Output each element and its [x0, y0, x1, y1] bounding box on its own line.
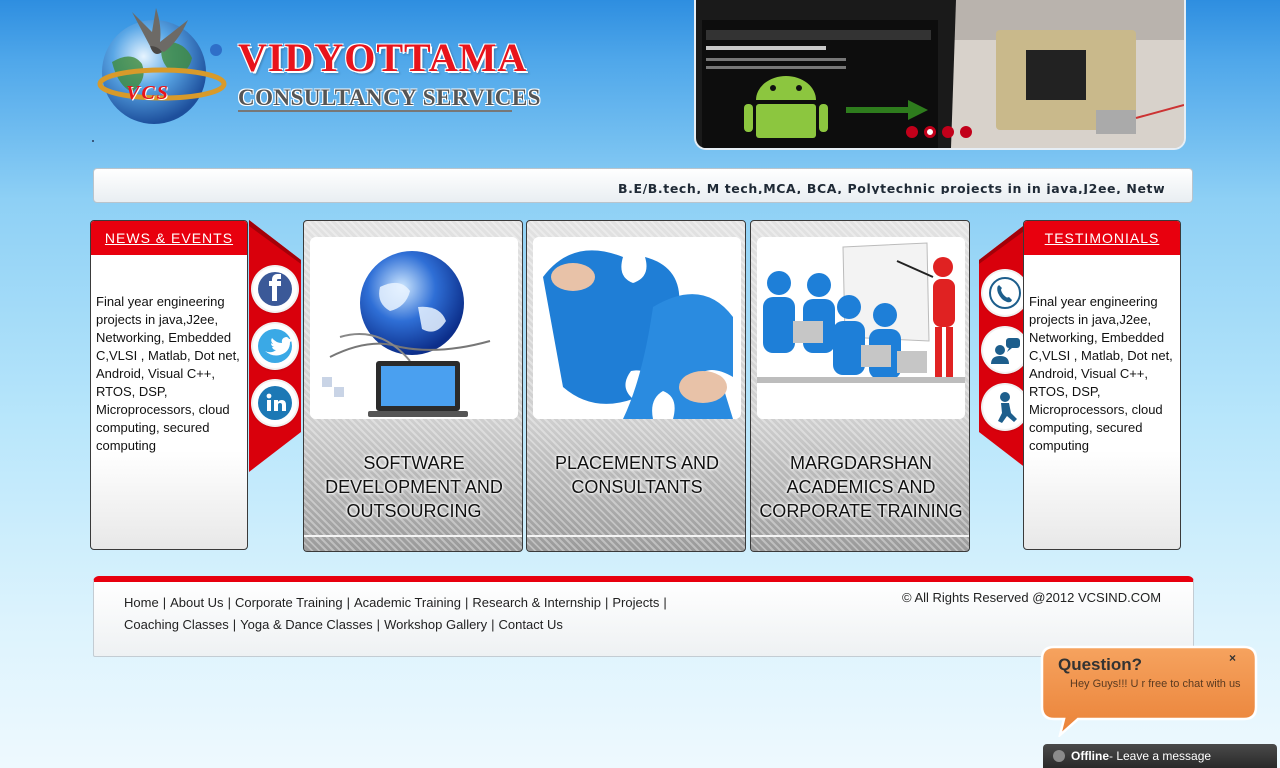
caption-line: CONSULTANTS	[571, 477, 703, 497]
news-events-body: Final year engineering projects in java,…	[96, 294, 240, 453]
card-image-globe-laptop	[310, 237, 518, 419]
card-divider	[304, 535, 522, 537]
footer-nav-row-2: Coaching Classes | Yoga & Dance Classes | Wo…	[124, 614, 563, 636]
slider-dot-3[interactable]	[942, 126, 954, 138]
testimonials-title[interactable]: TESTIMONIALS	[1045, 230, 1160, 246]
caption-line: PLACEMENTS AND	[554, 453, 720, 473]
chat-status-bar[interactable]: Offline - Leave a message	[1043, 744, 1277, 768]
nav-about-us[interactable]: About Us	[170, 595, 223, 610]
card-caption: MARGDARSHAN ACADEMICS AND CORPORATE TRAI…	[751, 451, 969, 523]
header-divider-dot	[92, 140, 94, 142]
card-caption: SOFTWARE DEVELOPMENT AND OUTSOURCING	[304, 451, 522, 523]
copyright-text: © All Rights Reserved @2012 VCSIND.COM	[902, 590, 1162, 605]
nav-separator: |	[663, 595, 667, 610]
testimonials-body: Final year engineering projects in java,…	[1029, 294, 1173, 453]
nav-separator: |	[491, 617, 495, 632]
footer-nav-row-1: Home | About Us | Corporate Training | Academi…	[124, 592, 671, 614]
nav-projects[interactable]: Projects	[612, 595, 659, 610]
testimonials-header: TESTIMONIALS	[1024, 221, 1180, 255]
news-events-title[interactable]: NEWS & EVENTS	[105, 230, 233, 246]
caption-line: OUTSOURCING	[346, 501, 482, 521]
logo-text: VCS	[126, 82, 170, 104]
caption-line: SOFTWARE	[363, 453, 465, 473]
marquee-viewport: B.E/B.tech, M tech,MCA, BCA, Polytechnic…	[618, 178, 1164, 194]
logo-globe[interactable]: VCS	[92, 2, 228, 126]
caption-line: MARGDARSHAN	[789, 453, 932, 473]
nav-workshop-gallery[interactable]: Workshop Gallery	[384, 617, 487, 632]
nav-yoga-dance-classes[interactable]: Yoga & Dance Classes	[240, 617, 373, 632]
news-events-panel: NEWS & EVENTS Final year engineering pro…	[90, 220, 248, 550]
brand-title: VIDYOTTAMA	[238, 35, 528, 80]
card-placements-consultants[interactable]: PLACEMENTS AND CONSULTANTS	[526, 220, 746, 552]
nav-separator: |	[232, 617, 237, 632]
nav-research-internship[interactable]: Research & Internship	[472, 595, 601, 610]
caption-line: CORPORATE TRAINING	[759, 501, 963, 521]
caption-line: ACADEMICS AND	[786, 477, 936, 497]
nav-academic-training[interactable]: Academic Training	[354, 595, 461, 610]
card-image-classroom	[757, 237, 965, 419]
brand-underline	[238, 110, 512, 112]
slider-dot-4[interactable]	[960, 126, 972, 138]
card-margdarshan-academics[interactable]: MARGDARSHAN ACADEMICS AND CORPORATE TRAI…	[750, 220, 970, 552]
slider-pagination	[906, 126, 972, 138]
offline-status-icon	[1053, 750, 1065, 762]
facebook-icon[interactable]	[253, 267, 297, 311]
card-image-puzzle	[533, 237, 741, 419]
nav-separator: |	[227, 595, 231, 610]
slider-dot-2[interactable]	[924, 126, 936, 138]
person-icon[interactable]	[983, 385, 1027, 429]
card-software-development[interactable]: SOFTWARE DEVELOPMENT AND OUTSOURCING	[303, 220, 523, 552]
nav-coaching-classes[interactable]: Coaching Classes	[124, 617, 229, 632]
nav-separator: |	[162, 595, 167, 610]
testimonials-panel: TESTIMONIALS Final year engineering proj…	[1023, 220, 1181, 550]
marquee-text: B.E/B.tech, M tech,MCA, BCA, Polytechnic…	[618, 181, 1164, 194]
chat-message: Hey Guys!!! U r free to chat with us	[1070, 678, 1241, 690]
nav-separator: |	[604, 595, 609, 610]
nav-corporate-training[interactable]: Corporate Training	[235, 595, 343, 610]
chat-status: Offline	[1071, 749, 1109, 763]
nav-separator: |	[346, 595, 351, 610]
nav-separator: |	[464, 595, 469, 610]
card-caption: PLACEMENTS AND CONSULTANTS	[527, 451, 745, 499]
close-icon[interactable]: ×	[1229, 651, 1236, 665]
chat-users-icon[interactable]	[983, 328, 1027, 372]
nav-separator: |	[376, 617, 381, 632]
chat-status-sub: - Leave a message	[1109, 749, 1212, 763]
card-divider	[751, 535, 969, 537]
card-divider	[527, 535, 745, 537]
phone-icon[interactable]	[983, 271, 1027, 315]
slider-dot-1[interactable]	[906, 126, 918, 138]
brand-subtitle: CONSULTANCY SERVICES	[238, 85, 541, 110]
chat-question-title: Question?	[1058, 655, 1143, 674]
nav-home[interactable]: Home	[124, 595, 159, 610]
news-events-header: NEWS & EVENTS	[91, 221, 247, 255]
linkedin-icon[interactable]	[253, 381, 297, 425]
caption-line: DEVELOPMENT AND	[325, 477, 503, 497]
nav-contact-us[interactable]: Contact Us	[499, 617, 563, 632]
twitter-icon[interactable]	[253, 324, 297, 368]
